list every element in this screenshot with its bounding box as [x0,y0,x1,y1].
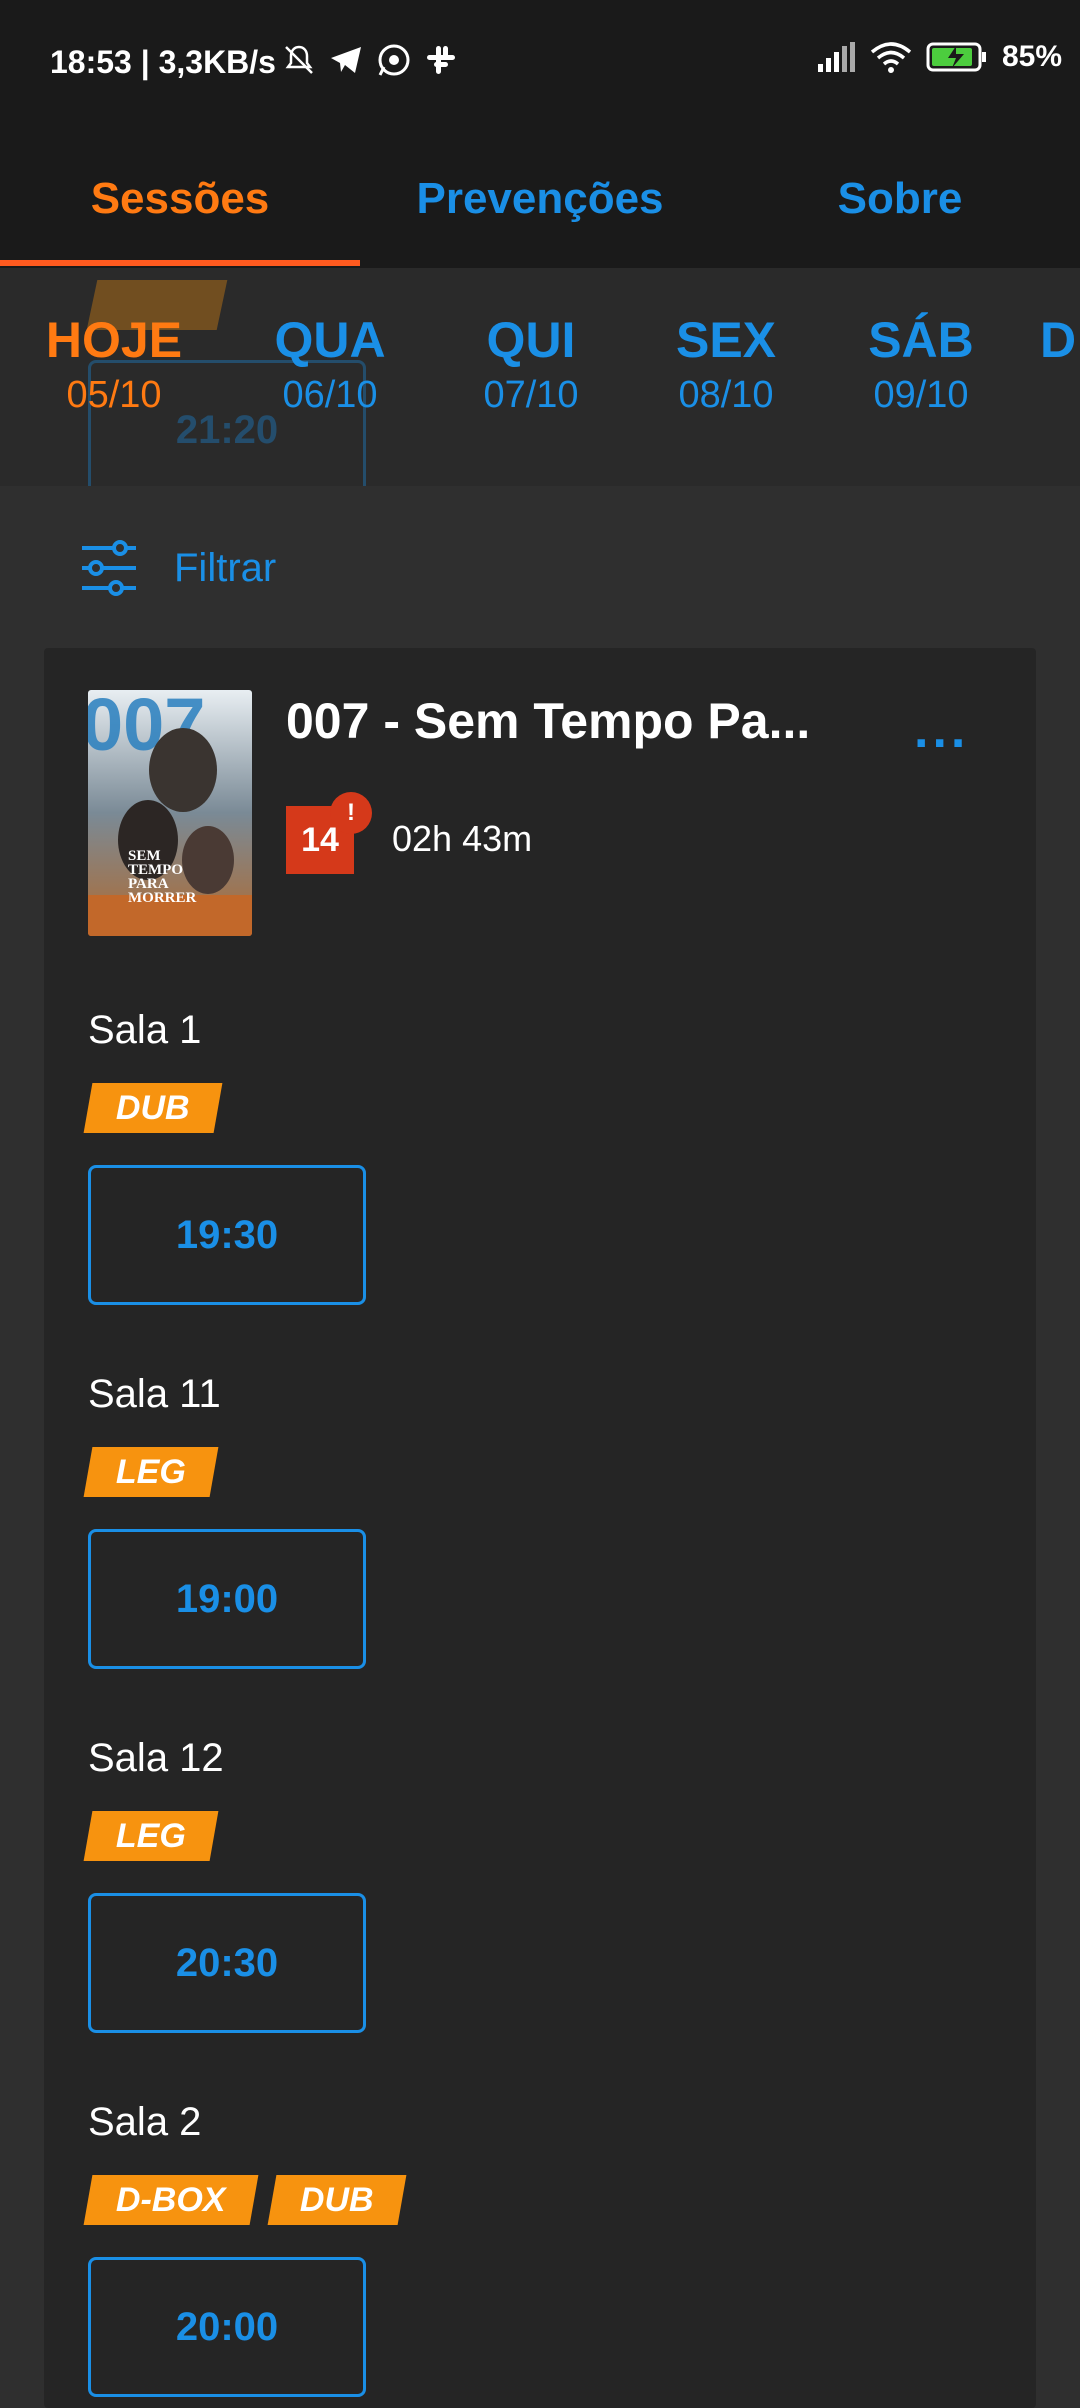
showtime-button[interactable]: 19:00 [88,1529,366,1669]
day-fri[interactable]: SEX 08/10 [636,312,816,418]
day-sun-partial[interactable]: D [1040,312,1080,372]
bell-off-icon [285,45,313,74]
showtime-button[interactable]: 20:00 [88,2257,366,2397]
wifi-icon [870,42,912,73]
day-date: 05/10 [66,374,162,416]
day-name: D [1040,312,1077,368]
filter-button[interactable]: Filtrar [80,540,276,596]
sala-block: Sala 1 DUB 19:30 [83,1008,366,1305]
movie-card: 007 SEM TEMPO PARA MORRER 007 - Sem Temp… [44,648,1036,2408]
format-tag: DUB [83,1083,223,1133]
day-name: QUA [274,312,386,368]
filter-label: Filtrar [174,545,277,590]
day-thu[interactable]: QUI 07/10 [441,312,621,418]
day-date: 06/10 [282,374,378,416]
day-sat[interactable]: SÁB 09/10 [831,312,1011,418]
showtime-button[interactable]: 19:30 [88,1165,366,1305]
more-options-icon[interactable]: ... [914,700,969,760]
movie-poster[interactable]: 007 SEM TEMPO PARA MORRER [88,690,252,936]
sliders-icon [82,540,136,596]
format-tag: LEG [83,1811,219,1861]
date-selector: 21:20 HOJE 05/10 QUA 06/10 QUI 07/10 SEX… [0,268,1080,486]
format-tag: D-BOX [83,2175,258,2225]
battery-icon [926,42,986,72]
day-name: HOJE [45,312,183,368]
movie-duration: 02h 43m [392,818,533,859]
rating-alert-icon: ! [330,792,372,834]
format-tag: LEG [83,1447,219,1497]
slack-icon [427,46,455,74]
sala-block: Sala 12 LEG 20:30 [83,1736,366,2033]
day-name: SÁB [868,312,974,368]
day-today[interactable]: HOJE 05/10 [24,312,204,418]
tab-sobre[interactable]: Sobre [720,130,1080,268]
tab-sessoes[interactable]: Sessões [0,130,360,268]
status-time: 18:53 | 3,3KB/s [50,44,276,80]
top-tabs: Sessões Prevenções Sobre [0,130,1080,268]
showtime-button[interactable]: 20:30 [88,1893,366,2033]
notification-icons [282,42,458,78]
signal-icon [817,42,855,72]
day-date: 08/10 [678,374,774,416]
svg-text:MORRER: MORRER [128,890,196,906]
day-date: 07/10 [483,374,579,416]
system-icons: 85% [816,40,1062,74]
day-wed[interactable]: QUA 06/10 [240,312,420,418]
whatsapp-icon [378,44,410,76]
tab-prevencoes[interactable]: Prevenções [360,130,720,268]
sala-name: Sala 12 [88,1736,224,1780]
day-date: 09/10 [873,374,969,416]
day-name: SEX [675,312,777,368]
sala-name: Sala 2 [88,2100,202,2144]
day-name: QUI [486,312,576,368]
active-tab-indicator [0,260,360,266]
sala-block: Sala 2 D-BOX DUB 20:00 [83,2100,406,2397]
sala-name: Sala 1 [88,1008,202,1052]
status-bar: 18:53 | 3,3KB/s 85% [0,0,1080,130]
movie-title[interactable]: 007 - Sem Tempo Pa... [286,692,810,750]
battery-percent: 85% [1001,40,1062,73]
telegram-icon [331,47,361,73]
sala-block: Sala 11 LEG 19:00 [83,1372,366,1669]
format-tag: DUB [267,2175,406,2225]
sala-name: Sala 11 [88,1372,221,1416]
